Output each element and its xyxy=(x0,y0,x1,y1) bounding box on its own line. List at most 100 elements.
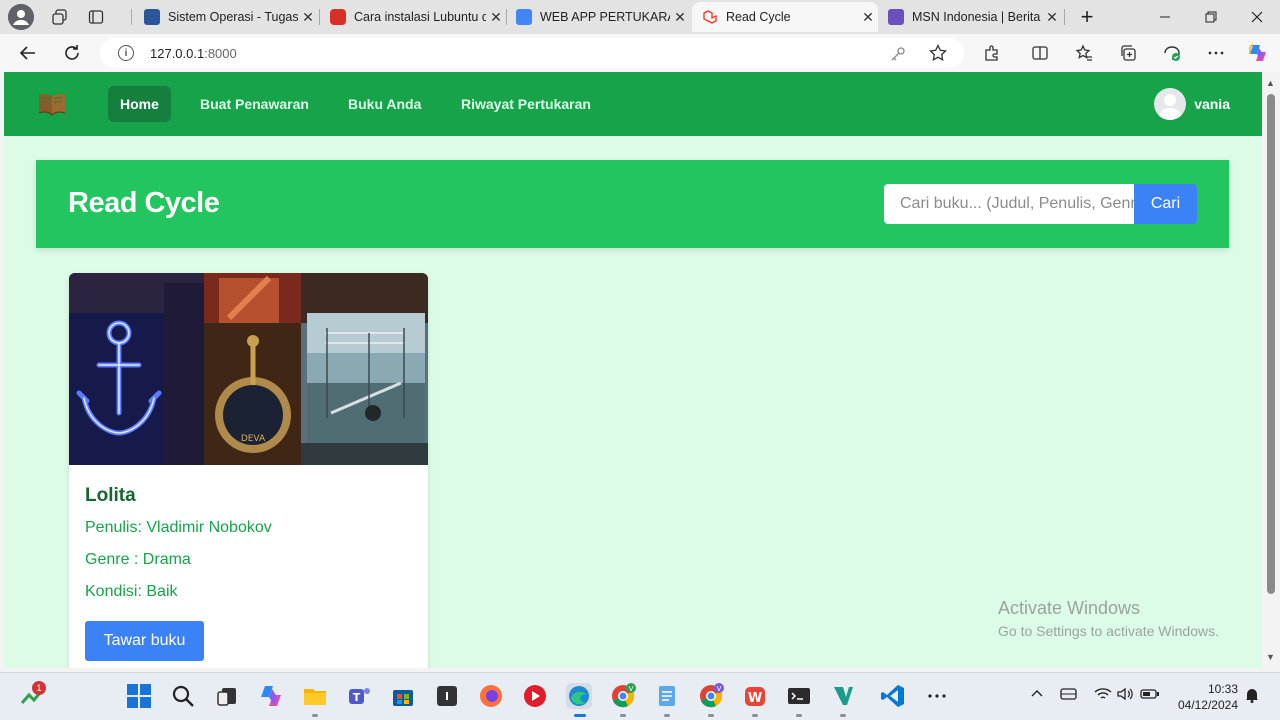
tab-title: Sistem Operasi - Tugas xyxy=(168,10,298,24)
minimize-button[interactable] xyxy=(1142,0,1188,34)
page-title: Read Cycle xyxy=(68,187,220,219)
tab-separator xyxy=(131,9,132,25)
tab-actions-icon[interactable] xyxy=(82,3,110,31)
more-apps-icon[interactable] xyxy=(924,683,950,709)
search-icon[interactable] xyxy=(170,683,196,709)
nav-riwayat-pertukaran[interactable]: Riwayat Pertukaran xyxy=(449,86,603,122)
page-viewport: Home Buat Penawaran Buku Anda Riwayat Pe… xyxy=(4,72,1262,668)
browser-essentials-icon[interactable] xyxy=(1158,39,1186,67)
media-player-icon[interactable] xyxy=(522,683,548,709)
notepad-icon[interactable] xyxy=(654,683,680,709)
tab-read-cycle[interactable]: Read Cycle ✕ xyxy=(692,2,878,32)
nav-home[interactable]: Home xyxy=(108,86,171,122)
close-tab-icon[interactable]: ✕ xyxy=(858,9,878,26)
task-view-icon[interactable] xyxy=(214,683,240,709)
book-logo-icon[interactable] xyxy=(36,88,68,120)
book-author: Penulis: Vladimir Nobokov xyxy=(85,519,272,536)
restore-button[interactable] xyxy=(1188,0,1234,34)
profile-icon[interactable] xyxy=(8,4,34,30)
offer-book-button[interactable]: Tawar buku xyxy=(85,621,204,661)
close-tab-icon[interactable]: ✕ xyxy=(486,9,506,26)
vscode-icon[interactable] xyxy=(880,683,906,709)
wps-office-icon[interactable]: W xyxy=(742,683,768,709)
running-indicator xyxy=(312,714,318,717)
file-explorer-icon[interactable] xyxy=(302,683,328,709)
nav-buat-penawaran[interactable]: Buat Penawaran xyxy=(188,86,321,122)
chrome-profile-icon[interactable]: V xyxy=(698,683,724,709)
close-tab-icon[interactable]: ✕ xyxy=(298,9,318,26)
close-tab-icon[interactable]: ✕ xyxy=(670,9,690,26)
site-info-icon[interactable]: i xyxy=(118,45,134,61)
book-title: Lolita xyxy=(85,485,136,506)
url-host: 127.0.0.1 xyxy=(150,45,205,61)
windows-taskbar: 1 T V V W 10:33 04/12/2024 xyxy=(0,672,1280,720)
book-cover-image[interactable]: DEVA xyxy=(69,273,428,465)
firefox-icon[interactable] xyxy=(478,683,504,709)
tab-sistem-operasi[interactable]: Sistem Operasi - Tugas ✕ xyxy=(134,2,318,32)
scroll-thumb[interactable] xyxy=(1267,94,1275,594)
msn-icon xyxy=(888,9,904,25)
close-tab-icon[interactable]: ✕ xyxy=(1042,9,1062,26)
nav-buku-anda[interactable]: Buku Anda xyxy=(336,86,433,122)
chrome-icon[interactable]: V xyxy=(610,683,636,709)
tab-cara-instalasi[interactable]: Cara instalasi Lubuntu d ✕ xyxy=(320,2,506,32)
tab-title: Read Cycle xyxy=(726,10,791,24)
back-arrow-icon[interactable] xyxy=(14,39,42,67)
copilot-taskbar-icon[interactable] xyxy=(258,683,284,709)
system-clock[interactable]: 10:33 04/12/2024 xyxy=(1170,681,1238,713)
new-tab-button[interactable]: + xyxy=(1064,0,1110,34)
search-button[interactable]: Cari xyxy=(1134,184,1197,224)
username: vania xyxy=(1194,96,1230,112)
svg-text:DEVA: DEVA xyxy=(241,434,266,444)
address-bar[interactable]: i 127.0.0.1:8000 xyxy=(100,38,964,68)
running-indicator xyxy=(796,714,802,717)
youtube-icon xyxy=(330,9,346,25)
split-screen-icon[interactable] xyxy=(1026,39,1054,67)
edge-icon[interactable] xyxy=(566,683,592,709)
page-scrollbar[interactable]: ▲ ▼ xyxy=(1262,72,1280,668)
user-menu[interactable]: vania xyxy=(1154,88,1230,120)
tab-title: WEB APP PERTUKARAN xyxy=(540,10,670,24)
extensions-icon[interactable] xyxy=(978,39,1006,67)
running-indicator xyxy=(840,714,846,717)
notification-bell-icon[interactable] xyxy=(1245,687,1259,706)
show-hidden-icons-icon[interactable] xyxy=(1030,687,1044,704)
tab-msn[interactable]: MSN Indonesia | Berita ✕ xyxy=(878,2,1062,32)
teams-icon[interactable]: T xyxy=(346,683,372,709)
scroll-down-arrow-icon[interactable]: ▼ xyxy=(1266,652,1275,662)
terminal-app-icon[interactable] xyxy=(434,683,460,709)
copilot-icon[interactable] xyxy=(1244,39,1272,67)
browser-toolbar: i 127.0.0.1:8000 xyxy=(0,34,1280,72)
top-navbar: Home Buat Penawaran Buku Anda Riwayat Pe… xyxy=(4,72,1262,136)
collections-icon[interactable] xyxy=(1114,39,1142,67)
url-port: :8000 xyxy=(204,45,237,61)
battery-icon[interactable] xyxy=(1140,687,1160,704)
scroll-up-arrow-icon[interactable]: ▲ xyxy=(1266,78,1275,88)
visual-studio-code-alt-icon[interactable] xyxy=(830,683,856,709)
terminal-icon[interactable] xyxy=(786,683,812,709)
workspaces-icon[interactable] xyxy=(46,3,74,31)
favorites-icon[interactable] xyxy=(1070,39,1098,67)
password-key-icon[interactable] xyxy=(884,40,912,68)
svg-text:V: V xyxy=(717,685,722,693)
wifi-icon[interactable] xyxy=(1094,687,1112,704)
active-indicator xyxy=(574,714,586,717)
book-card: DEVA Lolita Penulis: Vladimir Nobokov Ge… xyxy=(69,273,428,668)
start-windows-icon[interactable] xyxy=(126,683,152,709)
favorite-star-icon[interactable] xyxy=(924,39,952,67)
svg-text:V: V xyxy=(629,685,634,693)
svg-text:W: W xyxy=(748,691,762,706)
store-icon[interactable] xyxy=(390,683,416,709)
volume-icon[interactable] xyxy=(1116,687,1134,704)
tab-web-app[interactable]: WEB APP PERTUKARAN ✕ xyxy=(506,2,690,32)
search-input[interactable] xyxy=(884,184,1134,224)
book-genre: Genre : Drama xyxy=(85,551,191,568)
url-text: 127.0.0.1:8000 xyxy=(150,46,237,61)
close-window-button[interactable] xyxy=(1234,0,1280,34)
battery-saver-icon[interactable] xyxy=(1060,687,1078,704)
docs-icon xyxy=(516,9,532,25)
more-menu-icon[interactable] xyxy=(1202,39,1230,67)
book-condition: Kondisi: Baik xyxy=(85,583,178,600)
refresh-icon[interactable] xyxy=(58,39,86,67)
svg-text:T: T xyxy=(353,691,361,704)
